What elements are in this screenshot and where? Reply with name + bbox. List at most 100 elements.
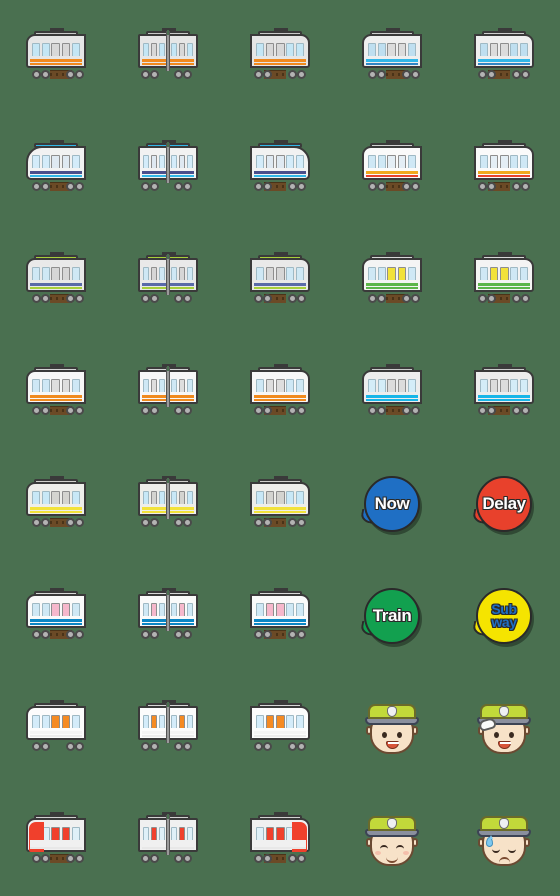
train-window	[71, 155, 80, 169]
emoji-cell-r4c5[interactable]	[448, 336, 560, 448]
emoji-cell-r2c4[interactable]	[336, 112, 448, 224]
train-graphic	[138, 812, 198, 864]
emoji-cell-r5c3[interactable]	[224, 448, 336, 560]
train-door	[387, 379, 397, 393]
emoji-cell-r5c5[interactable]: Delay	[448, 448, 560, 560]
train-door	[150, 267, 158, 281]
train-wheel	[174, 854, 183, 863]
bogie-assembly	[362, 179, 422, 192]
pantograph-icon	[274, 700, 288, 704]
train-wheel	[512, 70, 521, 79]
emoji-cell-r1c5[interactable]	[448, 0, 560, 112]
emoji-cell-r4c1[interactable]	[0, 336, 112, 448]
badge-label: Now	[374, 493, 410, 513]
yellow-stripe-train-right	[244, 468, 316, 540]
train-wheel	[183, 182, 192, 191]
train-body	[26, 34, 86, 68]
train-window	[286, 603, 295, 617]
emoji-cell-r7c2[interactable]	[112, 672, 224, 784]
pantograph-icon	[50, 252, 64, 256]
emoji-cell-r8c4[interactable]	[336, 784, 448, 896]
emoji-cell-r4c3[interactable]	[224, 336, 336, 448]
emoji-cell-r1c1[interactable]	[0, 0, 112, 112]
pantograph-icon	[498, 28, 512, 32]
window-band	[368, 43, 416, 57]
emoji-cell-r8c1[interactable]	[0, 784, 112, 896]
train-graphic	[138, 252, 198, 304]
pantograph-icon	[50, 140, 64, 144]
train-stripe-secondary	[254, 399, 306, 401]
train-wheel	[66, 630, 75, 639]
emoji-cell-r5c1[interactable]	[0, 448, 112, 560]
train-wheel	[487, 70, 496, 79]
bogie-assembly	[26, 851, 86, 864]
emoji-cell-r8c5[interactable]	[448, 784, 560, 896]
train-stripe-primary	[30, 283, 82, 286]
emoji-cell-r3c4[interactable]	[336, 224, 448, 336]
emoji-cell-r3c5[interactable]	[448, 224, 560, 336]
bogie-assembly	[26, 515, 86, 528]
emoji-cell-r5c2[interactable]	[112, 448, 224, 560]
train-graphic	[474, 140, 534, 192]
emoji-cell-r1c3[interactable]	[224, 0, 336, 112]
delay-badge[interactable]: Delay	[476, 476, 532, 532]
emoji-cell-r2c5[interactable]	[448, 112, 560, 224]
train-badge[interactable]: Train	[364, 588, 420, 644]
train-window	[286, 379, 295, 393]
window-band	[32, 155, 80, 169]
emoji-cell-r2c1[interactable]	[0, 112, 112, 224]
emoji-cell-r6c5[interactable]: Sub way	[448, 560, 560, 672]
emoji-cell-r2c3[interactable]	[224, 112, 336, 224]
train-window	[143, 603, 150, 617]
train-wheel	[487, 182, 496, 191]
train-wheel	[66, 854, 75, 863]
train-wheel	[368, 294, 377, 303]
emoji-cell-r6c4[interactable]: Train	[336, 560, 448, 672]
train-window	[71, 43, 80, 57]
emoji-cell-r3c3[interactable]	[224, 224, 336, 336]
emoji-cell-r7c1[interactable]	[0, 672, 112, 784]
emoji-cell-r8c3[interactable]	[224, 784, 336, 896]
train-door	[275, 827, 285, 841]
now-badge[interactable]: Now	[364, 476, 420, 532]
train-wheel	[402, 294, 411, 303]
emoji-cell-r4c4[interactable]	[336, 336, 448, 448]
emoji-cell-r7c3[interactable]	[224, 672, 336, 784]
train-window	[32, 715, 41, 729]
emoji-cell-r6c3[interactable]	[224, 560, 336, 672]
emoji-cell-r6c2[interactable]	[112, 560, 224, 672]
train-coupler	[166, 815, 170, 855]
emoji-cell-r5c4[interactable]: Now	[336, 448, 448, 560]
train-graphic	[362, 252, 422, 304]
train-window	[158, 43, 165, 57]
subway-badge[interactable]: Sub way	[476, 588, 532, 644]
train-wheel	[183, 742, 192, 751]
train-wheel	[254, 742, 263, 751]
emoji-cell-r7c4[interactable]	[336, 672, 448, 784]
emoji-cell-r3c2[interactable]	[112, 224, 224, 336]
emoji-cell-r2c2[interactable]	[112, 112, 224, 224]
train-door	[51, 827, 61, 841]
bogie-assembly	[250, 739, 310, 752]
train-wheel	[150, 182, 159, 191]
train-wheel	[263, 518, 272, 527]
emoji-cell-r1c4[interactable]	[336, 0, 448, 112]
emoji-cell-r3c1[interactable]	[0, 224, 112, 336]
train-wheel	[75, 630, 84, 639]
train-wheel	[183, 406, 192, 415]
train-window	[286, 491, 295, 505]
emoji-cell-r8c2[interactable]	[112, 784, 224, 896]
train-body	[250, 146, 310, 180]
bogie-assembly	[250, 291, 310, 304]
emoji-cell-r4c2[interactable]	[112, 336, 224, 448]
train-wheel	[368, 70, 377, 79]
emoji-cell-r6c1[interactable]	[0, 560, 112, 672]
train-body	[250, 258, 310, 292]
train-stripe-primary	[478, 59, 530, 62]
train-body	[26, 594, 86, 628]
train-coupler	[166, 591, 170, 631]
emoji-cell-r7c5[interactable]	[448, 672, 560, 784]
train-window	[368, 379, 377, 393]
emoji-cell-r1c2[interactable]	[112, 0, 224, 112]
conductor-smiling-face	[356, 692, 428, 764]
